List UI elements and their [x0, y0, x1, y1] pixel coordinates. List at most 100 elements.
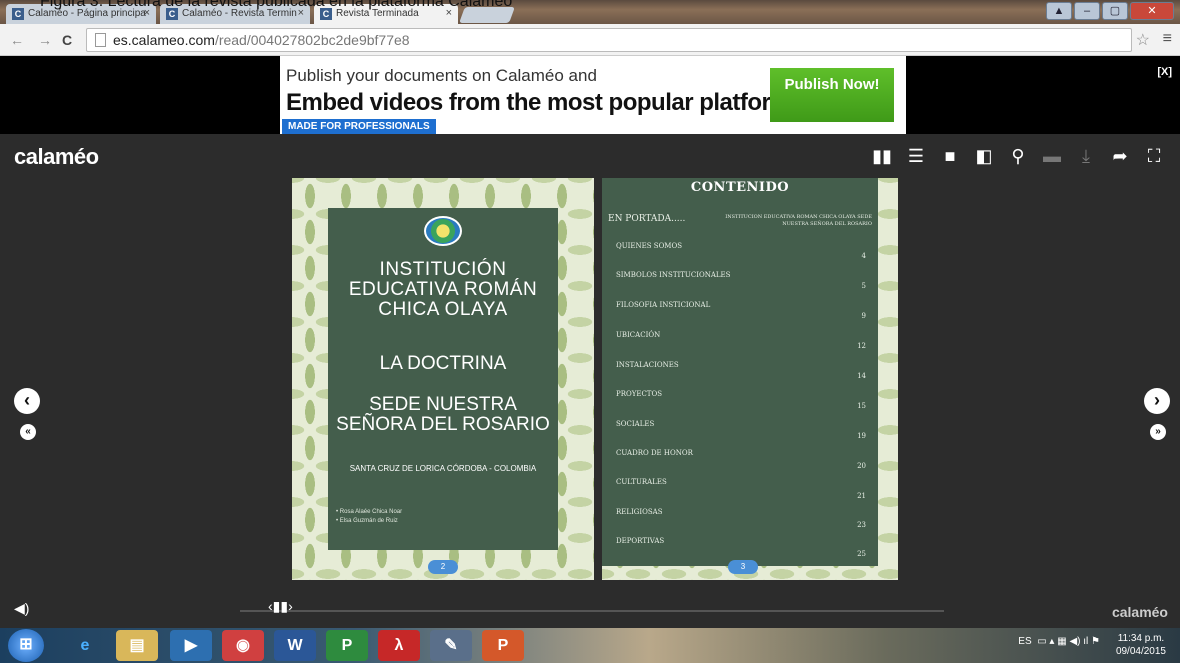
toc-page: 4: [861, 252, 866, 260]
list-view-icon[interactable]: ☰: [906, 146, 926, 167]
start-button[interactable]: ⊞: [8, 629, 44, 662]
toc-item: FILOSOFIA INSTICIONAL: [616, 301, 711, 309]
window-controls: ▲ – ▢ ✕: [1046, 2, 1174, 20]
download-icon[interactable]: ⤓: [1076, 146, 1096, 167]
back-icon[interactable]: ←: [10, 32, 24, 48]
clock-time: 11:34 p.m.: [1117, 633, 1165, 644]
document-search-icon[interactable]: ◧: [974, 146, 994, 167]
forward-icon[interactable]: →: [38, 32, 52, 48]
left-page[interactable]: INSTITUCIÓN EDUCATIVA ROMÁN CHICA OLAYA …: [292, 178, 594, 580]
contents-title: CONTENIDO: [690, 180, 790, 195]
first-page-icon[interactable]: «: [20, 424, 36, 440]
sede-name: SEDE NUESTRA SEÑORA DEL ROSARIO: [336, 394, 550, 435]
toc-page: 12: [857, 342, 866, 350]
calameo-favicon-icon: C: [12, 8, 24, 20]
toc-page: 25: [857, 550, 866, 558]
publish-now-button[interactable]: Publish Now!: [770, 68, 894, 122]
magazine-spread: INSTITUCIÓN EDUCATIVA ROMÁN CHICA OLAYA …: [292, 178, 898, 580]
tray-icons[interactable]: ▭ ▴ ▦ ◀) ıl ⚑: [1034, 636, 1100, 647]
thumbnail-control-icon[interactable]: ‹▮▮›: [268, 598, 293, 615]
ad-line1: Publish your documents on Calaméo and: [286, 66, 597, 85]
page-slider[interactable]: [240, 610, 944, 612]
chrome-icon[interactable]: ◉: [222, 630, 264, 661]
calameo-logo[interactable]: calaméo: [14, 144, 99, 170]
book-view-icon[interactable]: ▮▮: [872, 146, 892, 167]
toc-page: 23: [857, 521, 866, 529]
windows-taskbar: ⊞ e ▤ ▶ ◉ W P λ ✎ P ES ▭ ▴ ▦ ◀) ıl ⚑ 11:…: [0, 628, 1180, 663]
next-page-icon[interactable]: ›: [1144, 388, 1170, 414]
acrobat-icon[interactable]: λ: [378, 630, 420, 661]
toc-page: 20: [857, 462, 866, 470]
share-icon[interactable]: ➦: [1110, 146, 1130, 167]
toc-page: 21: [857, 492, 866, 500]
ad-line2: Embed videos from the most popular platf…: [286, 89, 812, 116]
toc-item: SOCIALES: [616, 420, 655, 428]
close-window-button[interactable]: ✕: [1130, 2, 1174, 20]
powerpoint-icon[interactable]: P: [482, 630, 524, 661]
window-icon[interactable]: ■: [940, 146, 960, 167]
publisher-icon[interactable]: P: [326, 630, 368, 661]
clock[interactable]: 11:34 p.m. 09/04/2015: [1116, 632, 1166, 658]
maximize-button[interactable]: ▢: [1102, 2, 1128, 20]
toc-item: UBICACIÓN: [616, 331, 661, 339]
toc-item: QUIENES SOMOS: [616, 242, 683, 250]
ad-banner[interactable]: Publish your documents on Calaméo and Em…: [280, 56, 906, 134]
url-input[interactable]: es.calameo.com/read/004027802bc2de9bf77e…: [86, 28, 1132, 52]
ie-icon[interactable]: e: [64, 630, 106, 661]
toc-page: 9: [861, 312, 866, 320]
last-page-icon[interactable]: »: [1150, 424, 1166, 440]
url-host: es.calameo.com: [113, 32, 215, 48]
clock-date: 09/04/2015: [1115, 646, 1166, 657]
reader-area: calaméo ▮▮ ☰ ■ ◧ ⚲ ▬ ⤓ ➦ ⛶ ‹ « › » INSTI…: [0, 134, 1180, 628]
toc-item: SIMBOLOS INSTITUCIONALES: [616, 271, 731, 279]
cover-panel: INSTITUCIÓN EDUCATIVA ROMÁN CHICA OLAYA …: [328, 208, 558, 550]
user-icon[interactable]: ▲: [1046, 2, 1072, 20]
toc-item: DEPORTIVAS: [616, 537, 665, 545]
portada-label: EN PORTADA.....: [608, 214, 686, 224]
author-1: • Rosa Alaée Chica Noar: [336, 509, 403, 515]
chrome-menu-icon[interactable]: ≡: [1163, 30, 1172, 48]
author-2: • Elsa Guzmán de Ruiz: [336, 518, 398, 524]
previous-page-icon[interactable]: ‹: [14, 388, 40, 414]
toc-item: CUADRO DE HONOR: [616, 449, 693, 457]
url-path: /read/004027802bc2de9bf77e8: [214, 32, 410, 48]
right-page[interactable]: CONTENIDO EN PORTADA..... INSTITUCION ED…: [602, 178, 898, 580]
reload-icon[interactable]: C: [62, 32, 72, 48]
page-number-badge: 2: [428, 560, 458, 574]
paint-icon[interactable]: ✎: [430, 630, 472, 661]
page-icon: [95, 33, 106, 47]
zoom-icon[interactable]: ⚲: [1008, 146, 1028, 167]
ad-tag: MADE FOR PROFESSIONALS: [282, 119, 436, 134]
ad-bar: Publish your documents on Calaméo and Em…: [0, 56, 1180, 134]
toc-item: RELIGIOSAS: [616, 508, 663, 516]
authors: • Rosa Alaée Chica Noar • Elsa Guzmán de…: [336, 508, 402, 526]
word-icon[interactable]: W: [274, 630, 316, 661]
bookmark-star-icon[interactable]: ☆: [1136, 30, 1150, 50]
toc-page: 19: [857, 432, 866, 440]
page-number-badge: 3: [728, 560, 758, 574]
toc-page: 14: [857, 372, 866, 380]
portada-description: INSTITUCION EDUCATIVA ROMAN CHICA OLAYA …: [725, 214, 872, 227]
sound-icon[interactable]: ◀): [14, 600, 29, 617]
cover-subtitle: LA DOCTRINA: [379, 353, 507, 374]
minimize-button[interactable]: –: [1074, 2, 1100, 20]
calameo-footer-logo[interactable]: calaméo: [1112, 604, 1168, 620]
toc-page: 5: [861, 282, 866, 290]
reader-toolbar: ▮▮ ☰ ■ ◧ ⚲ ▬ ⤓ ➦ ⛶: [872, 146, 1164, 167]
toc-item: INSTALACIONES: [616, 361, 679, 369]
figure-caption: Figura 3. Lectura de la revista publicad…: [40, 0, 513, 10]
school-emblem: [424, 216, 462, 246]
media-player-icon[interactable]: ▶: [170, 630, 212, 661]
toc-page: 15: [857, 402, 866, 410]
ad-close-button[interactable]: [X]: [1157, 66, 1172, 78]
address-bar-row: ← → C es.calameo.com/read/004027802bc2de…: [0, 24, 1180, 56]
fullscreen-icon[interactable]: ⛶: [1144, 146, 1164, 167]
explorer-icon[interactable]: ▤: [116, 630, 158, 661]
system-tray: ES ▭ ▴ ▦ ◀) ıl ⚑: [1018, 636, 1100, 647]
toc-item: CULTURALES: [616, 478, 667, 486]
language-indicator[interactable]: ES: [1018, 636, 1031, 647]
print-icon[interactable]: ▬: [1042, 146, 1062, 167]
toc-item: PROYECTOS: [616, 390, 663, 398]
contents-panel: CONTENIDO EN PORTADA..... INSTITUCION ED…: [602, 178, 878, 566]
location-text: SANTA CRUZ DE LORICA CÓRDOBA - COLOMBIA: [349, 464, 537, 473]
